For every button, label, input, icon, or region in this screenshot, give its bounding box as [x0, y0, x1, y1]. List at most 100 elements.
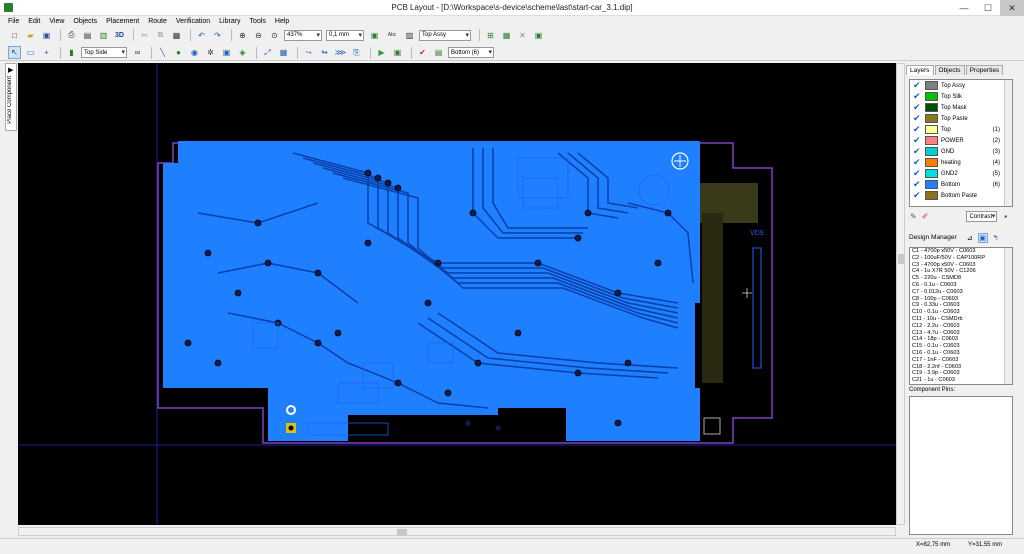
- bottom-layer-combo[interactable]: Bottom (6): [448, 47, 494, 58]
- list-item[interactable]: C14 - 18p - C0603: [910, 336, 1012, 343]
- menu-objects[interactable]: Objects: [73, 18, 97, 25]
- fanout-icon[interactable]: ⎘: [350, 46, 363, 59]
- layer-icon[interactable]: ▣: [368, 29, 381, 42]
- menu-library[interactable]: Library: [219, 18, 240, 25]
- menu-placement[interactable]: Placement: [106, 18, 139, 25]
- close-button[interactable]: ✕: [1000, 0, 1024, 16]
- pcb-canvas[interactable]: VD9: [18, 63, 896, 525]
- measure-icon[interactable]: ⤢: [261, 46, 274, 59]
- list-item[interactable]: C19 - 3.9p - C0603: [910, 370, 1012, 377]
- list-item[interactable]: C7 - 0.012u - C0603: [910, 289, 1012, 296]
- checkbox-icon[interactable]: ✔: [913, 180, 922, 189]
- list-item[interactable]: C11 - 10u - CSMDrb: [910, 316, 1012, 323]
- menu-view[interactable]: View: [49, 18, 64, 25]
- list-item[interactable]: C1 - 4700p x50V - C0603: [910, 248, 1012, 255]
- list-item[interactable]: C3 - 4700p x50V - C0603: [910, 262, 1012, 269]
- paste-icon[interactable]: ▦: [170, 29, 183, 42]
- text-abc-icon[interactable]: Abc: [384, 29, 400, 42]
- crosshair-icon[interactable]: +: [40, 46, 53, 59]
- layer-row[interactable]: ✔ POWER (2): [910, 135, 1012, 146]
- layer-color-swatch[interactable]: [925, 180, 938, 189]
- tab-objects[interactable]: Objects: [934, 65, 965, 75]
- maximize-button[interactable]: ☐: [976, 0, 1000, 16]
- layer-color-swatch[interactable]: [925, 92, 938, 101]
- redo-icon[interactable]: ↷: [211, 29, 224, 42]
- checkbox-icon[interactable]: ✔: [913, 92, 922, 101]
- grid-combo[interactable]: 0,1 mm: [326, 29, 364, 41]
- layer-row[interactable]: ✔ Top Assy: [910, 80, 1012, 91]
- layer-color-swatch[interactable]: [925, 103, 938, 112]
- zoom-fit-icon[interactable]: ⊙: [268, 29, 281, 42]
- document-icon[interactable]: ▥: [97, 29, 110, 42]
- flip-icon[interactable]: ▮: [65, 46, 78, 59]
- layer-row[interactable]: ✔ Top (1): [910, 124, 1012, 135]
- layer-options-icon[interactable]: ▪: [1001, 210, 1010, 223]
- image-icon[interactable]: ▨: [403, 29, 416, 42]
- checkbox-icon[interactable]: ✔: [913, 169, 922, 178]
- undo-icon[interactable]: ↶: [195, 29, 208, 42]
- active-layer-combo[interactable]: Top Assy: [419, 29, 471, 41]
- layer-row[interactable]: ✔ heating (4): [910, 157, 1012, 168]
- checkbox-icon[interactable]: ✔: [913, 158, 922, 167]
- layer-row[interactable]: ✔ Top Paste: [910, 113, 1012, 124]
- place-component-tab[interactable]: ▶ Place Component: [5, 63, 17, 131]
- layer-color-swatch[interactable]: [925, 147, 938, 156]
- checkbox-icon[interactable]: ✔: [913, 103, 922, 112]
- layer-color-swatch[interactable]: [925, 136, 938, 145]
- list-item[interactable]: C18 - 2.2nf - C0603: [910, 364, 1012, 371]
- grid-icon[interactable]: ▦: [277, 46, 290, 59]
- netlist-icon[interactable]: ▦: [500, 29, 513, 42]
- list-item[interactable]: C12 - 2.2u - C0603: [910, 323, 1012, 330]
- list-item[interactable]: C9 - 0.33u - C0603: [910, 302, 1012, 309]
- check-icon[interactable]: ▣: [391, 46, 404, 59]
- text-icon[interactable]: ◈: [236, 46, 249, 59]
- clear-errors-icon[interactable]: ✕: [516, 29, 529, 42]
- minimize-button[interactable]: —: [952, 0, 976, 16]
- layers-scrollbar[interactable]: [1004, 80, 1012, 206]
- list-item[interactable]: C2 - 100uF/50V - CAP100RP: [910, 255, 1012, 262]
- layer-color-swatch[interactable]: [925, 81, 938, 90]
- layer-color-swatch[interactable]: [925, 114, 938, 123]
- tab-properties[interactable]: Properties: [965, 65, 1004, 75]
- route-diff-icon[interactable]: ↬: [318, 46, 331, 59]
- menu-verification[interactable]: Verification: [176, 18, 210, 25]
- list-item[interactable]: C15 - 0.1u - C0603: [910, 343, 1012, 350]
- layer-stack-icon[interactable]: ▤: [432, 46, 445, 59]
- preview-icon[interactable]: ▤: [81, 29, 94, 42]
- layer-row[interactable]: ✔ Bottom Paste: [910, 190, 1012, 201]
- layer-row[interactable]: ✔ Top Silk: [910, 91, 1012, 102]
- pin-icon[interactable]: ✎: [909, 210, 918, 223]
- tab-layers[interactable]: Layers: [906, 65, 934, 75]
- dm-nets-icon[interactable]: ↰: [991, 233, 1001, 243]
- via-icon[interactable]: ◉: [188, 46, 201, 59]
- dm-components-icon[interactable]: ▣: [977, 232, 988, 243]
- list-item[interactable]: C21 - 1u - C0603: [910, 377, 1012, 384]
- copy-icon[interactable]: ⧉: [154, 29, 167, 42]
- menu-edit[interactable]: Edit: [28, 18, 40, 25]
- eraser-icon[interactable]: ✐: [921, 210, 930, 223]
- checkbox-icon[interactable]: ✔: [913, 147, 922, 156]
- layer-color-swatch[interactable]: [925, 169, 938, 178]
- list-item[interactable]: C16 - 0.1u - C0603: [910, 350, 1012, 357]
- menu-tools[interactable]: Tools: [250, 18, 266, 25]
- checkbox-icon[interactable]: ✔: [913, 114, 922, 123]
- list-item[interactable]: C13 - 4.7u - C0603: [910, 330, 1012, 337]
- checkbox-icon[interactable]: ✔: [913, 81, 922, 90]
- layer-row[interactable]: ✔ Top Mask: [910, 102, 1012, 113]
- menu-file[interactable]: File: [8, 18, 19, 25]
- expand-arrow-icon[interactable]: ▶: [8, 66, 13, 74]
- list-item[interactable]: C8 - 100p - C0603: [910, 296, 1012, 303]
- component-icon[interactable]: ▭: [24, 46, 37, 59]
- binoculars-icon[interactable]: ∞: [131, 46, 144, 59]
- drc-icon[interactable]: ⊞: [484, 29, 497, 42]
- list-item[interactable]: C10 - 0.1u - C0603: [910, 309, 1012, 316]
- side-combo[interactable]: Top Side: [81, 47, 127, 58]
- checkbox-icon[interactable]: ✔: [913, 136, 922, 145]
- zoom-combo[interactable]: 437%: [284, 29, 322, 41]
- new-file-icon[interactable]: □: [8, 29, 21, 42]
- polygon-icon[interactable]: ▣: [220, 46, 233, 59]
- components-scrollbar[interactable]: [1004, 248, 1012, 384]
- checkbox-icon[interactable]: ✔: [913, 191, 922, 200]
- route-multi-icon[interactable]: ⋙: [334, 46, 347, 59]
- layer-row[interactable]: ✔ Bottom (6): [910, 179, 1012, 190]
